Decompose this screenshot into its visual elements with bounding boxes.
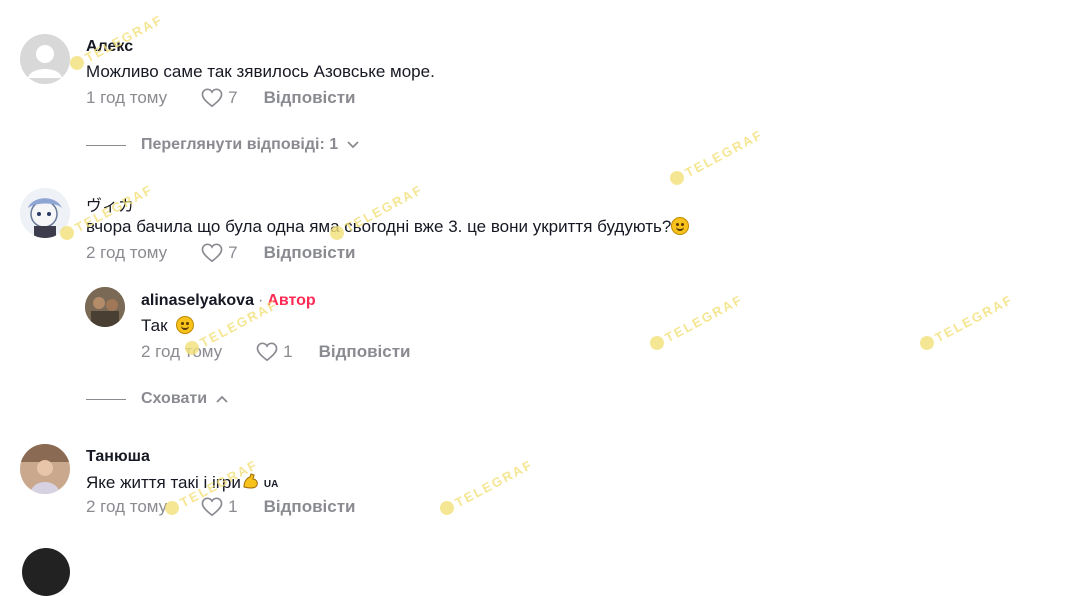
chevron-down-icon — [347, 141, 359, 149]
watermark-text: TELEGRAF — [662, 291, 746, 346]
user-silhouette-icon — [28, 45, 62, 78]
flexed-biceps-emoji-icon — [243, 473, 258, 489]
heart-icon — [201, 88, 223, 108]
reply-button[interactable]: Відповісти — [264, 497, 356, 517]
comment-text-row: Яке життя такі і ігри UA — [86, 472, 278, 493]
like-count: 7 — [228, 88, 238, 107]
heart-icon — [201, 243, 223, 263]
view-replies-label: Переглянути відповіді: 1 — [141, 136, 339, 153]
watermark: TELEGRAF — [667, 126, 766, 189]
like-button[interactable]: 7 — [201, 88, 238, 108]
watermark-text: TELEGRAF — [932, 291, 1016, 346]
anime-avatar-icon — [20, 188, 70, 238]
comment-text-row: вчора бачила що була одна яма сьогодні в… — [86, 217, 690, 237]
view-replies-button[interactable]: Переглянути відповіді: 1 — [86, 136, 360, 154]
reply-button[interactable]: Відповісти — [264, 88, 356, 108]
like-button[interactable]: 1 — [256, 342, 293, 362]
avatar[interactable] — [20, 188, 70, 238]
grinning-sweat-emoji-icon — [671, 217, 690, 235]
reply-button[interactable]: Відповісти — [264, 243, 356, 263]
comment-author[interactable]: Алекс — [86, 38, 133, 56]
heart-icon — [201, 497, 223, 517]
avatar[interactable] — [20, 444, 70, 494]
watermark: TELEGRAF — [437, 456, 536, 519]
comment-time: 1 год тому — [86, 88, 168, 107]
default-avatar-icon[interactable] — [20, 34, 70, 84]
reply-time: 2 год тому — [141, 342, 223, 361]
comment-meta: 2 год тому 7 Відповісти — [86, 243, 356, 263]
grinning-emoji-icon — [176, 316, 195, 334]
watermark: TELEGRAF — [647, 291, 746, 354]
watermark-text: TELEGRAF — [452, 456, 536, 511]
comment-meta: 2 год тому 1 Відповісти — [86, 497, 356, 517]
photo-avatar-icon — [85, 287, 125, 327]
like-count: 7 — [228, 243, 238, 262]
like-count: 1 — [228, 497, 238, 516]
comment-text: Можливо саме так зявилось Азовське море. — [86, 62, 435, 81]
like-button[interactable]: 7 — [201, 243, 238, 263]
avatar[interactable] — [85, 287, 125, 327]
separator-dot: · — [257, 292, 264, 309]
watermark-text: TELEGRAF — [682, 126, 766, 181]
comment-text: вчора бачила що була одна яма сьогодні в… — [86, 217, 672, 236]
reply-text-row: Так — [141, 316, 195, 336]
comment-time: 2 год тому — [86, 243, 168, 262]
flag-text: UA — [263, 479, 279, 490]
hide-replies-button[interactable]: Сховати — [86, 390, 229, 408]
hide-replies-label: Сховати — [141, 390, 208, 407]
divider-line — [86, 398, 126, 400]
comment-time: 2 год тому — [86, 497, 168, 516]
like-count: 1 — [283, 342, 293, 361]
reply-author[interactable]: alinaselyakova — [141, 292, 254, 309]
avatar[interactable] — [22, 548, 70, 596]
reply-author-row: alinaselyakova · Автор — [141, 292, 316, 310]
comment-meta: 1 год тому 7 Відповісти — [86, 88, 356, 108]
comment-author[interactable]: ヴィカ — [86, 192, 134, 216]
comment-author[interactable]: Танюша — [86, 448, 150, 466]
reply-meta: 2 год тому 1 Відповісти — [141, 342, 411, 362]
comment-text: Яке життя такі і ігри — [86, 473, 241, 492]
like-button[interactable]: 1 — [201, 497, 238, 517]
photo-avatar-icon — [20, 444, 70, 494]
chevron-up-icon — [216, 395, 228, 403]
watermark: TELEGRAF — [917, 291, 1016, 354]
author-badge: Автор — [267, 292, 316, 309]
reply-button[interactable]: Відповісти — [319, 342, 411, 362]
reply-text: Так — [141, 316, 168, 335]
heart-icon — [256, 342, 278, 362]
divider-line — [86, 144, 126, 146]
